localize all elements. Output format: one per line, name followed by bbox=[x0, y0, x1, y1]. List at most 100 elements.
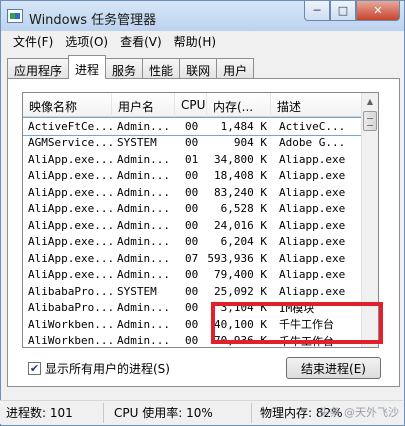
process-name: AliApp.exe... bbox=[28, 235, 112, 249]
process-description: Aliapp.exe bbox=[279, 235, 346, 249]
tab-services[interactable]: 服务 bbox=[105, 58, 144, 79]
tab-networking[interactable]: 联网 bbox=[179, 58, 218, 79]
process-user: Admin... bbox=[117, 152, 170, 166]
process-name: AliApp.exe... bbox=[28, 218, 112, 232]
menu-options[interactable]: 选项(O) bbox=[59, 31, 114, 51]
process-cpu: 00 bbox=[185, 136, 199, 150]
process-user: Admin... bbox=[117, 119, 170, 133]
process-memory: 904 K bbox=[233, 136, 267, 150]
process-cpu: 00 bbox=[185, 169, 199, 183]
process-name: AlibabaPro... bbox=[28, 301, 112, 315]
process-cpu: 00 bbox=[185, 119, 199, 133]
window-title: Windows 任务管理器 bbox=[29, 13, 157, 28]
watermark: 头条 @天外飞沙 bbox=[318, 406, 400, 419]
process-row[interactable]: ActiveFtCe... Admin... 00 1,484 K ActiveC... bbox=[23, 117, 364, 136]
process-cpu: 00 bbox=[185, 284, 199, 298]
status-cpu-usage: CPU 使用率: 10% bbox=[104, 402, 252, 423]
scrollbar-thumb[interactable] bbox=[363, 111, 377, 131]
process-memory: 24,016 K bbox=[214, 218, 267, 232]
process-row[interactable]: AGMService... SYSTEM 00 904 K Adobe G... bbox=[23, 135, 363, 152]
process-description: ActiveC... bbox=[279, 119, 346, 133]
column-image-name[interactable]: 映像名称 bbox=[23, 93, 112, 117]
process-name: AliWorkben... bbox=[28, 317, 112, 331]
process-name: AliApp.exe... bbox=[28, 152, 112, 166]
process-row[interactable]: AliApp.exe... Admin... 00 18,408 K Aliapp.ex… bbox=[23, 168, 363, 185]
menu-file[interactable]: 文件(F) bbox=[7, 31, 59, 51]
column-user-name[interactable]: 用户名 bbox=[112, 93, 175, 117]
process-user: Admin... bbox=[117, 317, 170, 331]
maximize-button[interactable]: □ bbox=[330, 1, 356, 21]
menu-view[interactable]: 查看(V) bbox=[114, 31, 168, 51]
show-all-users-checkbox[interactable]: ✔ bbox=[28, 362, 41, 375]
end-process-button[interactable]: 结束进程(E) bbox=[286, 357, 381, 379]
caption-buttons: ─ □ ✕ bbox=[304, 1, 400, 21]
tab-applications[interactable]: 应用程序 bbox=[7, 58, 70, 79]
process-row[interactable]: AliApp.exe... Admin... 00 79,400 K Aliapp.ex… bbox=[23, 267, 363, 284]
process-user: Admin... bbox=[117, 185, 170, 199]
scroll-up-arrow-icon[interactable]: ▲ bbox=[362, 93, 378, 110]
process-name: AliApp.exe... bbox=[28, 185, 112, 199]
process-row[interactable]: AliApp.exe... Admin... 00 6,528 K Aliapp.exe bbox=[23, 201, 363, 218]
column-description[interactable]: 描述 bbox=[271, 93, 363, 117]
process-name: AliApp.exe... bbox=[28, 169, 112, 183]
process-description: Aliapp.exe bbox=[279, 202, 346, 216]
process-cpu: 00 bbox=[185, 268, 199, 282]
process-description: Aliapp.exe bbox=[279, 152, 346, 166]
process-description: Aliapp.exe bbox=[279, 218, 346, 232]
show-all-users-option[interactable]: ✔ 显示所有用户的进程(S) bbox=[28, 360, 170, 377]
process-memory: 593,936 K bbox=[207, 251, 267, 265]
tab-processes[interactable]: 进程 bbox=[68, 55, 107, 79]
process-name: AliApp.exe... bbox=[28, 251, 112, 265]
process-user: Admin... bbox=[117, 202, 170, 216]
menu-bar: 文件(F) 选项(O) 查看(V) 帮助(H) bbox=[1, 31, 404, 51]
process-memory: 1,484 K bbox=[220, 119, 267, 133]
process-user: SYSTEM bbox=[117, 136, 157, 150]
process-name: AlibabaPro... bbox=[28, 284, 112, 298]
column-memory[interactable]: 内存(... bbox=[207, 93, 271, 117]
process-cpu: 00 bbox=[185, 185, 199, 199]
process-name: AliApp.exe... bbox=[28, 268, 112, 282]
process-memory: 6,528 K bbox=[220, 202, 267, 216]
process-row[interactable]: AlibabaPro... SYSTEM 00 25,092 K Aliapp.exe bbox=[23, 283, 363, 300]
process-name: AliApp.exe... bbox=[28, 202, 112, 216]
process-memory: 25,092 K bbox=[214, 284, 267, 298]
tab-users[interactable]: 用户 bbox=[216, 58, 255, 79]
close-button[interactable]: ✕ bbox=[356, 1, 400, 21]
process-memory: 83,240 K bbox=[214, 185, 267, 199]
process-memory: 6,204 K bbox=[220, 235, 267, 249]
task-manager-icon bbox=[7, 9, 23, 23]
process-memory: 34,800 K bbox=[214, 152, 267, 166]
menu-help[interactable]: 帮助(H) bbox=[168, 31, 222, 51]
title-bar[interactable]: Windows 任务管理器 ─ □ ✕ bbox=[1, 1, 404, 31]
process-row[interactable]: AliApp.exe... Admin... 00 6,204 K Aliapp.exe bbox=[23, 234, 363, 251]
process-user: Admin... bbox=[117, 235, 170, 249]
process-cpu: 00 bbox=[185, 235, 199, 249]
process-memory: 18,408 K bbox=[214, 169, 267, 183]
process-description: Aliapp.exe bbox=[279, 268, 346, 282]
process-row[interactable]: AliApp.exe... Admin... 00 24,016 K Aliapp.ex… bbox=[23, 217, 363, 234]
process-name: AGMService... bbox=[28, 136, 112, 150]
tab-performance[interactable]: 性能 bbox=[142, 58, 181, 79]
process-user: Admin... bbox=[117, 251, 170, 265]
process-cpu: 07 bbox=[185, 251, 199, 265]
process-user: Admin... bbox=[117, 301, 170, 315]
process-description: Adobe G... bbox=[279, 136, 346, 150]
process-memory: 79,400 K bbox=[214, 268, 267, 282]
process-user: Admin... bbox=[117, 218, 170, 232]
process-row[interactable]: AliApp.exe... Admin... 00 83,240 K Aliapp.ex… bbox=[23, 184, 363, 201]
tab-strip: 应用程序 进程 服务 性能 联网 用户 bbox=[7, 55, 255, 79]
process-description: Aliapp.exe bbox=[279, 169, 346, 183]
minimize-button[interactable]: ─ bbox=[304, 1, 330, 21]
column-cpu[interactable]: CPU bbox=[175, 93, 207, 117]
process-row[interactable]: AliApp.exe... Admin... 07 593,936 K Aliapp.e… bbox=[23, 250, 363, 267]
process-cpu: 00 bbox=[185, 301, 199, 315]
process-cpu: 00 bbox=[185, 202, 199, 216]
process-list-header: 映像名称 用户名 CPU 内存(... 描述 bbox=[23, 93, 363, 117]
process-cpu: 00 bbox=[185, 334, 199, 348]
process-cpu: 00 bbox=[185, 317, 199, 331]
process-name: ActiveFtCe... bbox=[28, 119, 112, 133]
process-user: Admin... bbox=[117, 169, 170, 183]
process-name: AliWorkben... bbox=[28, 334, 112, 348]
status-process-count: 进程数: 101 bbox=[0, 402, 104, 423]
process-row[interactable]: AliApp.exe... Admin... 01 34,800 K Aliapp.ex… bbox=[23, 151, 363, 168]
